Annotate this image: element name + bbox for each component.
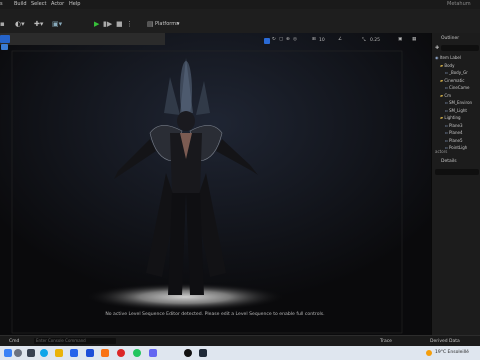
outliner-item-label: Plane5 (448, 137, 463, 143)
platforms-dropdown-icon[interactable]: ▾ (177, 21, 180, 27)
floor-spotlight (85, 283, 285, 311)
outliner-item[interactable]: ▫ _Body_Gr (445, 70, 468, 75)
unreal-window-icon[interactable] (199, 349, 207, 357)
weather-icon (426, 350, 432, 356)
teams-icon[interactable] (149, 349, 157, 357)
outliner-add-icon[interactable]: ✚ (435, 45, 439, 51)
viewport-tab-strip (0, 33, 165, 50)
scale-icon[interactable]: ▢ (279, 37, 283, 42)
outliner-item-label: Cm (444, 92, 452, 98)
outliner-item-label: SM_Environ (448, 100, 473, 105)
outliner-panel: Outliner ✚ ◉ Item Label ▰ Body ▫ _Body_Gr ▰… (431, 33, 480, 335)
outliner-item[interactable]: ▰ Cinematic (440, 78, 465, 83)
details-search[interactable] (435, 169, 479, 175)
outliner-item-label: CineCame (448, 85, 470, 90)
menu-bar: s Build Select Actor Help Metahum (0, 0, 480, 9)
outliner-item[interactable]: ▫ PointLigh (445, 145, 467, 150)
outliner-search[interactable] (441, 45, 479, 51)
grid-snap-value[interactable]: 10 (319, 38, 325, 43)
menu-select[interactable]: Select (31, 1, 46, 7)
angle-snap-icon[interactable]: ∠ (338, 37, 342, 42)
unreal-engine-icon[interactable] (184, 349, 192, 357)
rotate-icon[interactable]: ↻ (272, 37, 276, 42)
viewport-scene (0, 33, 431, 335)
outliner-item-label: Body (444, 62, 455, 68)
outliner-item[interactable]: ▰ Lighting (440, 115, 461, 120)
outliner-item-label: Cinematic (444, 77, 465, 83)
outliner-item-label: PointLigh (448, 145, 468, 150)
outliner-tree: ◉ Item Label ▰ Body ▫ _Body_Gr ▰ Cinematic ▫… (432, 55, 480, 173)
outliner-actors-count: actors (435, 149, 448, 154)
sequencer-message: No active Level Sequence Editor detected… (105, 312, 325, 317)
outliner-item[interactable]: ▫ Plane3 (445, 123, 463, 128)
play-icon[interactable]: ▶ (94, 20, 99, 28)
blueprint-icon[interactable]: ▣▾ (52, 20, 62, 28)
outliner-title: Outliner (441, 36, 460, 41)
viewport-tab[interactable] (0, 35, 10, 43)
menu-help[interactable]: Help (69, 1, 80, 7)
outliner-item[interactable]: ▰ Cm (440, 93, 451, 98)
store-icon[interactable] (70, 349, 78, 357)
derived-data-button[interactable]: Derived Data (430, 339, 460, 344)
viewport-toolbar: ↻ ▢ ⊕ ◎ ⊞ 10 ∠ ⤡ 0.25 ▣ ▦ (262, 37, 430, 46)
outliner-item-label: Item Label (439, 55, 461, 60)
main-toolbar: ▪ ◐▾ ✚▾ ▣▾ ▶ ▮▶ ■ ⋮ ▤ Platforms ▾ (0, 9, 480, 34)
search-icon[interactable] (14, 349, 22, 357)
play-options-icon[interactable]: ⋮ (126, 20, 133, 28)
platforms-icon[interactable]: ▤ (147, 20, 154, 28)
outliner-item-label: SM_Light (448, 107, 467, 113)
translate-icon[interactable] (264, 38, 270, 44)
outliner-item[interactable]: ▰ Body (440, 63, 454, 68)
red-app-icon[interactable] (117, 349, 125, 357)
cmd-dropdown[interactable]: Cmd (9, 339, 19, 344)
add-content-icon[interactable]: ✚▾ (34, 20, 43, 28)
file-explorer-icon[interactable] (55, 349, 63, 357)
world-icon[interactable]: ◎ (293, 37, 297, 42)
platforms-button[interactable]: Platforms (155, 21, 179, 27)
outliner-item-label: Plane4 (448, 130, 463, 135)
layout-icon[interactable]: ▦ (412, 37, 416, 42)
app-icon[interactable] (101, 349, 109, 357)
details-title: Details (441, 159, 457, 164)
play-step-icon[interactable]: ▮▶ (103, 20, 112, 28)
edge-icon[interactable] (40, 349, 48, 357)
scale-snap-value[interactable]: 0.25 (370, 38, 380, 43)
start-icon[interactable] (4, 349, 12, 357)
viewport-options-icon[interactable] (1, 44, 8, 50)
windows-taskbar: 19°C Ensoleillé (0, 346, 480, 360)
weather-text: 19°C Ensoleillé (435, 350, 469, 355)
menu-actor[interactable]: Actor (51, 1, 64, 7)
outliner-item[interactable]: ▫ Plane5 (445, 138, 463, 143)
save-icon[interactable]: ▪ (0, 20, 5, 28)
chrome-icon[interactable] (133, 349, 141, 357)
camera-speed-icon[interactable]: ▣ (398, 37, 402, 42)
outliner-item-label: Lighting (444, 115, 461, 120)
outliner-column-header: ◉ Item Label (435, 55, 461, 60)
scale-snap-icon[interactable]: ⤡ (362, 37, 366, 43)
outliner-item[interactable]: ▫ Plane4 (445, 130, 463, 135)
task-view-icon[interactable] (27, 349, 35, 357)
outliner-item[interactable]: ▫ CineCame (445, 85, 470, 90)
menu-build[interactable]: Build (14, 1, 27, 7)
outliner-item-label: _Body_Gr (448, 70, 468, 75)
outliner-item[interactable]: ▫ SM_Light (445, 108, 467, 113)
menu-file-partial[interactable]: s (0, 1, 3, 7)
surface-snap-icon[interactable]: ⊕ (286, 37, 290, 42)
mode-select-icon[interactable]: ◐▾ (15, 20, 25, 28)
mail-icon[interactable] (86, 349, 94, 357)
cmd-input[interactable]: Enter Console Command (34, 338, 116, 344)
outliner-item[interactable]: ▫ SM_Environ (445, 100, 472, 105)
trace-button[interactable]: Trace (380, 339, 392, 344)
level-viewport[interactable] (0, 33, 431, 335)
window-title: Metahum (447, 1, 471, 7)
stop-icon[interactable]: ■ (116, 20, 123, 28)
outliner-item-label: Plane3 (448, 122, 463, 128)
grid-snap-icon[interactable]: ⊞ (312, 37, 316, 42)
